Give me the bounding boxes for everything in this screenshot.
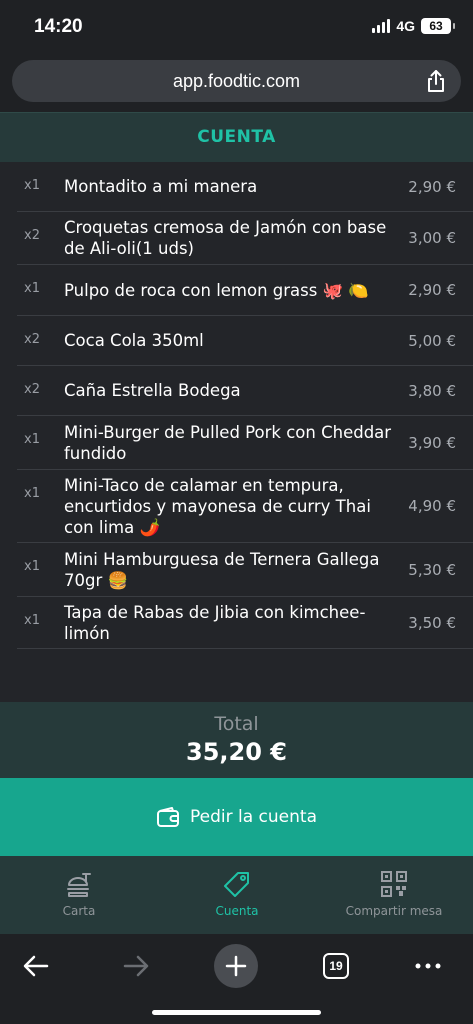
arrow-right-icon — [123, 955, 149, 977]
list-item: x1 Montadito a mi manera 2,90 € — [17, 162, 473, 212]
item-price: 3,90 € — [408, 433, 456, 452]
new-tab-button[interactable] — [214, 944, 258, 988]
wallet-icon — [157, 807, 179, 827]
total-label: Total — [214, 713, 259, 735]
item-name: Pulpo de roca con lemon grass 🐙 🍋 — [64, 280, 369, 300]
list-item: x2 Croquetas cremosa de Jamón con base d… — [17, 212, 473, 265]
page-title: CUENTA — [197, 127, 276, 147]
total-panel: Total 35,20 € — [0, 702, 473, 778]
tabs-count: 19 — [323, 953, 349, 979]
tab-label: Cuenta — [215, 904, 259, 918]
share-icon[interactable] — [425, 69, 447, 93]
item-quantity: x2 — [24, 382, 40, 397]
item-price: 3,00 € — [408, 229, 456, 247]
item-name: Mini Hamburguesa de Ternera Gallega 70gr… — [64, 549, 380, 590]
item-price: 2,90 € — [408, 177, 456, 196]
item-name: Croquetas cremosa de Jamón con base de A… — [64, 218, 387, 258]
item-price: 2,90 € — [408, 281, 456, 299]
item-quantity: x1 — [24, 178, 40, 193]
bottom-tab-bar: Carta Cuenta Compartir mesa — [0, 856, 473, 934]
back-button[interactable] — [14, 944, 58, 988]
tabs-button[interactable]: 19 — [314, 944, 358, 988]
browser-address-area: app.foodtic.com — [0, 56, 473, 112]
more-button[interactable] — [406, 944, 450, 988]
page-header: CUENTA — [0, 112, 473, 162]
arrow-left-icon — [23, 955, 49, 977]
item-quantity: x1 — [24, 559, 40, 574]
more-icon — [415, 963, 441, 969]
tab-label: Compartir mesa — [345, 904, 443, 918]
order-items-list: x1 Montadito a mi manera 2,90 € x2 Croqu… — [17, 162, 473, 649]
list-item: x1 Mini-Taco de calamar en tempura, encu… — [17, 470, 473, 543]
item-quantity: x1 — [24, 281, 40, 296]
item-name: Tapa de Rabas de Jibia con kimchee-limón — [64, 602, 366, 643]
item-price: 4,90 € — [408, 497, 456, 515]
tab-compartir-mesa[interactable]: Compartir mesa — [315, 870, 473, 918]
item-quantity: x1 — [24, 486, 40, 501]
battery-icon: 63 — [421, 18, 455, 34]
item-price: 5,30 € — [408, 560, 456, 579]
tab-cuenta[interactable]: Cuenta — [158, 870, 316, 918]
tab-label: Carta — [62, 904, 96, 918]
qr-code-icon — [381, 871, 407, 897]
item-quantity: x1 — [24, 613, 40, 628]
item-quantity: x1 — [24, 432, 40, 447]
address-bar[interactable]: app.foodtic.com — [12, 60, 461, 102]
list-item: x2 Caña Estrella Bodega 3,80 € — [17, 366, 473, 416]
tag-icon — [224, 872, 249, 897]
item-price: 5,00 € — [408, 331, 456, 350]
home-indicator — [152, 1010, 321, 1015]
forward-button[interactable] — [114, 944, 158, 988]
request-bill-button[interactable]: Pedir la cuenta — [0, 778, 473, 856]
item-name: Mini-Burger de Pulled Pork con Cheddar f… — [64, 422, 392, 463]
list-item: x1 Mini-Burger de Pulled Pork con Chedda… — [17, 416, 473, 470]
status-indicators: 4G 63 — [372, 18, 455, 34]
item-price: 3,50 € — [408, 613, 456, 632]
list-item: x2 Coca Cola 350ml 5,00 € — [17, 316, 473, 366]
plus-icon — [225, 955, 247, 977]
item-name: Caña Estrella Bodega — [64, 381, 241, 400]
list-item: x1 Mini Hamburguesa de Ternera Gallega 7… — [17, 543, 473, 597]
item-quantity: x2 — [24, 332, 40, 347]
network-type: 4G — [396, 18, 415, 34]
item-name: Mini-Taco de calamar en tempura, encurti… — [64, 475, 371, 537]
url-text[interactable]: app.foodtic.com — [12, 71, 461, 92]
burger-icon — [67, 873, 91, 897]
item-name: Coca Cola 350ml — [64, 331, 204, 350]
list-item: x1 Pulpo de roca con lemon grass 🐙 🍋 2,9… — [17, 265, 473, 316]
total-amount: 35,20 € — [186, 738, 287, 766]
item-price: 3,80 € — [408, 381, 456, 400]
item-quantity: x2 — [24, 228, 40, 243]
request-bill-label: Pedir la cuenta — [190, 807, 317, 827]
status-bar: 14:20 4G 63 — [0, 0, 473, 56]
signal-icon — [372, 19, 391, 33]
tab-carta[interactable]: Carta — [0, 870, 158, 918]
status-time: 14:20 — [34, 16, 83, 37]
list-item: x1 Tapa de Rabas de Jibia con kimchee-li… — [17, 597, 473, 649]
item-name: Montadito a mi manera — [64, 177, 258, 196]
